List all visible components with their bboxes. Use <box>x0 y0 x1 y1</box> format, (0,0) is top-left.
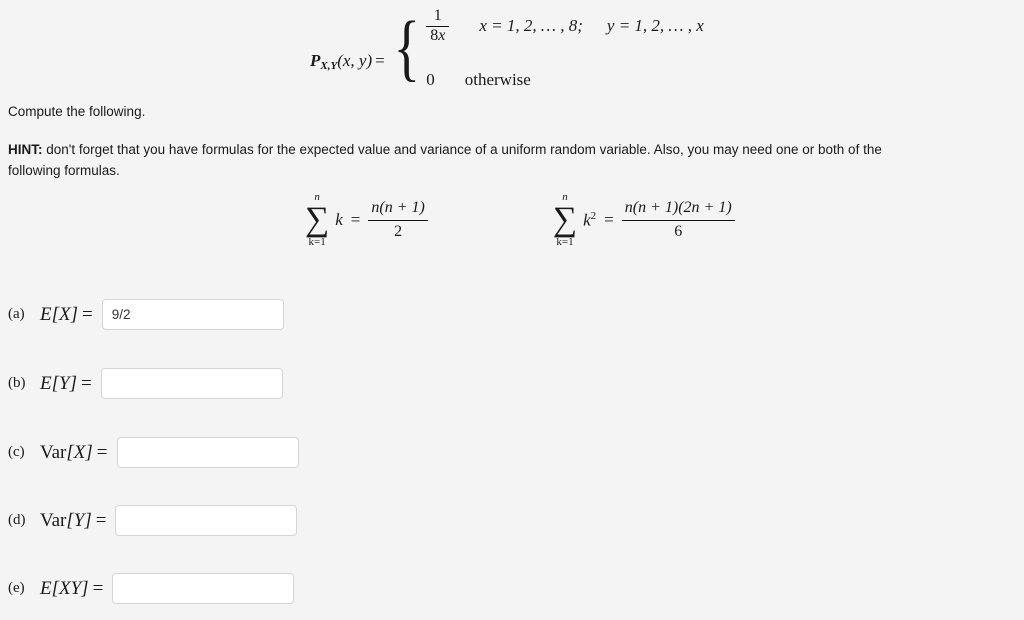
sigma-lower-limit-text: k=1 <box>308 236 326 248</box>
answer-equals-d: = <box>95 509 107 531</box>
summation-equals: = <box>350 210 361 229</box>
summation-result-fraction: n(n + 1)(2n + 1) 6 <box>621 199 735 241</box>
summation-numerator: n(n + 1)(2n + 1) <box>624 199 732 217</box>
summation-formula-k-squared: n ∑ k=1 k2 = n(n + 1)(2n + 1) 6 <box>553 192 735 248</box>
answer-label-math-d: [Y] <box>66 509 92 531</box>
compute-instruction: Compute the following. <box>8 104 146 119</box>
pmf-arguments: (x, y) <box>337 50 373 70</box>
answer-tag-e: (e) <box>8 580 25 596</box>
pmf-left-hand-side: PX,Y(x, y) <box>310 51 372 72</box>
pmf-subscript-xy: X,Y <box>320 59 338 72</box>
answer-input-a[interactable] <box>101 299 284 330</box>
answer-label-upright-d: Var <box>40 509 67 531</box>
answer-input-e[interactable] <box>112 573 295 604</box>
pmf-symbol-p: P <box>310 50 321 70</box>
answer-label-upright-c: Var <box>40 441 67 463</box>
answer-input-b[interactable] <box>100 368 283 399</box>
sigma-group: n ∑ k=1 <box>305 192 329 248</box>
piecewise-brace-icon: { <box>393 7 420 89</box>
fraction-one-over-eight-x: 1 8x <box>426 7 450 45</box>
answer-row-c: (c) Var[X] = <box>8 437 299 468</box>
pmf-case-one: 1 8x x = 1, 2, … , 8; y = 1, 2, … , x <box>426 7 704 45</box>
answer-equals-e: = <box>92 577 104 599</box>
answer-equals-c: = <box>96 441 108 463</box>
pmf-formula-block: PX,Y(x, y) = { 1 8x x = 1, 2, … , 8; y = … <box>0 0 1024 95</box>
answer-label-math-e: E[XY] <box>40 577 89 599</box>
pmf-cases: 1 8x x = 1, 2, … , 8; y = 1, 2, … , x 0 o… <box>426 6 704 90</box>
summation-term-base: k <box>583 210 591 230</box>
summation-term: k <box>335 210 343 229</box>
summation-term: k2 <box>583 210 596 231</box>
answer-tag-c: (c) <box>8 444 25 460</box>
answer-equals-a: = <box>82 303 93 325</box>
answer-label-d: Var[Y] = <box>40 510 106 532</box>
answer-tag-a: (a) <box>8 306 25 322</box>
sigma-icon: ∑ <box>305 201 330 238</box>
answer-label-b: E[Y] = <box>40 373 92 395</box>
answer-label-e: E[XY] = <box>40 578 103 600</box>
pmf-case-one-condition: x = 1, 2, … , 8; y = 1, 2, … , x <box>479 16 703 36</box>
summation-equals: = <box>604 210 614 229</box>
answer-input-d[interactable] <box>115 505 298 536</box>
answer-label-math-a: E[X] <box>40 303 78 325</box>
fraction-denominator: 8x <box>426 27 449 45</box>
sigma-lower-limit: k=1 <box>309 237 326 248</box>
sigma-lower-limit-text: k=1 <box>556 236 574 248</box>
sigma-icon: ∑ <box>552 201 578 238</box>
answer-label-a: E[X] = <box>40 304 93 326</box>
answer-tag-b: (b) <box>8 375 26 391</box>
summation-numerator: n(n + 1) <box>371 199 425 217</box>
pmf-case-two-value: 0 <box>426 70 435 89</box>
pmf-case-two-condition: otherwise <box>464 70 531 89</box>
hint-paragraph: HINT: don't forget that you have formula… <box>8 139 908 181</box>
hint-label: HINT: <box>8 142 43 157</box>
answer-tag-d: (d) <box>8 512 26 528</box>
answer-label-math-c: [X] <box>66 441 93 463</box>
summation-result-fraction: n(n + 1) 2 <box>368 199 428 241</box>
summation-formula-k: n ∑ k=1 k = n(n + 1) 2 <box>305 192 428 248</box>
hint-body: don't forget that you have formulas for … <box>8 142 882 178</box>
summation-denominator: 2 <box>394 222 403 240</box>
fraction-numerator: 1 <box>433 7 442 24</box>
answer-row-d: (d) Var[Y] = <box>8 505 298 536</box>
condition-x-range: x = 1, 2, … , 8; <box>479 16 583 36</box>
answer-row-a: (a) E[X] = <box>8 299 284 330</box>
answer-label-c: Var[X] = <box>40 442 108 464</box>
summation-formulas: n ∑ k=1 k = n(n + 1) 2 n ∑ k=1 k2 = n(n … <box>305 192 735 248</box>
sigma-lower-limit: k=1 <box>556 237 573 248</box>
answer-label-math-b: E[Y] <box>40 372 77 394</box>
answer-row-e: (e) E[XY] = <box>8 573 295 604</box>
sigma-group: n ∑ k=1 <box>553 192 577 248</box>
condition-y-range: y = 1, 2, … , x <box>606 16 704 36</box>
pmf-equals-sign: = <box>375 51 385 70</box>
answer-row-b: (b) E[Y] = <box>8 368 283 399</box>
answer-input-c[interactable] <box>116 437 299 468</box>
summation-term-exponent: 2 <box>590 209 597 222</box>
summation-denominator: 6 <box>674 222 683 240</box>
answer-equals-b: = <box>80 372 92 394</box>
pmf-formula: PX,Y(x, y) = { 1 8x x = 1, 2, … , 8; y = … <box>310 6 704 90</box>
denominator-variable: x <box>438 26 446 44</box>
pmf-case-two: 0 otherwise <box>426 70 704 90</box>
